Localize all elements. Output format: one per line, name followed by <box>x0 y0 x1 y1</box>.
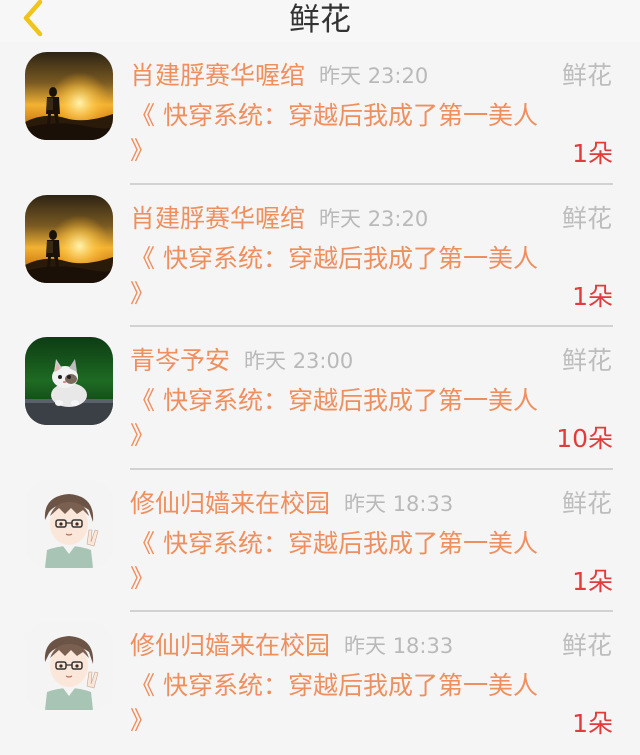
sender-name[interactable]: 青岑予安 <box>130 346 230 375</box>
page-title: 鲜花 <box>289 2 351 38</box>
flower-count: 1朵 <box>572 281 613 311</box>
kitten-avatar[interactable] <box>25 337 113 425</box>
timestamp: 昨天 23:00 <box>244 349 354 373</box>
flower-count: 1朵 <box>572 566 613 596</box>
sender-name[interactable]: 修仙归嫱来在校园 <box>130 489 330 518</box>
book-title[interactable]: 《 快穿系统：穿越后我成了第一美人 》 <box>130 383 550 453</box>
list-item[interactable]: 修仙归嫱来在校园 昨天 18:33 鲜花 《 快穿系统：穿越后我成了第一美人 》 … <box>0 612 640 755</box>
timestamp: 昨天 23:20 <box>319 206 429 231</box>
book-title[interactable]: 《 快穿系统：穿越后我成了第一美人 》 <box>130 526 550 596</box>
sunset-hiker-avatar[interactable] <box>25 52 113 140</box>
gift-type: 鲜花 <box>561 346 612 375</box>
sender-name[interactable]: 修仙归嫱来在校园 <box>130 631 330 660</box>
timestamp: 昨天 18:33 <box>344 491 454 516</box>
item-header: 修仙归嫱来在校园 昨天 18:33 <box>130 484 453 524</box>
gift-type: 鲜花 <box>561 61 612 90</box>
flower-count: 1朵 <box>572 139 613 168</box>
sender-name[interactable]: 肖建脬赛华喔绾 <box>130 204 305 233</box>
book-title[interactable]: 《 快穿系统：穿越后我成了第一美人 》 <box>130 668 550 738</box>
flower-count: 1朵 <box>572 709 613 738</box>
gift-type: 鲜花 <box>561 203 612 233</box>
flower-count: 10朵 <box>556 424 613 453</box>
list-item[interactable]: 肖建脬赛华喔绾 昨天 23:20 鲜花 《 快穿系统：穿越后我成了第一美人 》 1… <box>0 42 640 185</box>
timestamp: 昨天 18:33 <box>344 634 454 658</box>
item-header: 青岑予安 昨天 23:00 <box>130 341 353 381</box>
list-item[interactable]: 肖建脬赛华喔绾 昨天 23:20 鲜花 《 快穿系统：穿越后我成了第一美人 》 1… <box>0 185 640 327</box>
anime-boy-avatar[interactable] <box>25 622 113 710</box>
item-header: 肖建脬赛华喔绾 昨天 23:20 <box>130 56 428 96</box>
book-title[interactable]: 《 快穿系统：穿越后我成了第一美人 》 <box>130 241 550 311</box>
list-item[interactable]: 修仙归嫱来在校园 昨天 18:33 鲜花 《 快穿系统：穿越后我成了第一美人 》 … <box>0 470 640 612</box>
flower-record-list: 肖建脬赛华喔绾 昨天 23:20 鲜花 《 快穿系统：穿越后我成了第一美人 》 1… <box>0 42 640 755</box>
sunset-hiker-avatar[interactable] <box>25 194 113 283</box>
item-header: 肖建脬赛华喔绾 昨天 23:20 <box>130 199 428 239</box>
gift-type: 鲜花 <box>561 631 612 660</box>
top-bar: 鲜花 <box>0 0 640 42</box>
list-item[interactable]: 青岑予安 昨天 23:00 鲜花 《 快穿系统：穿越后我成了第一美人 》 10朵 <box>0 327 640 470</box>
gift-type: 鲜花 <box>561 488 612 518</box>
sender-name[interactable]: 肖建脬赛华喔绾 <box>130 61 305 90</box>
book-title[interactable]: 《 快穿系统：穿越后我成了第一美人 》 <box>130 98 550 168</box>
timestamp: 昨天 23:20 <box>319 64 429 88</box>
item-header: 修仙归嫱来在校园 昨天 18:33 <box>130 626 453 666</box>
anime-boy-avatar[interactable] <box>25 479 113 568</box>
